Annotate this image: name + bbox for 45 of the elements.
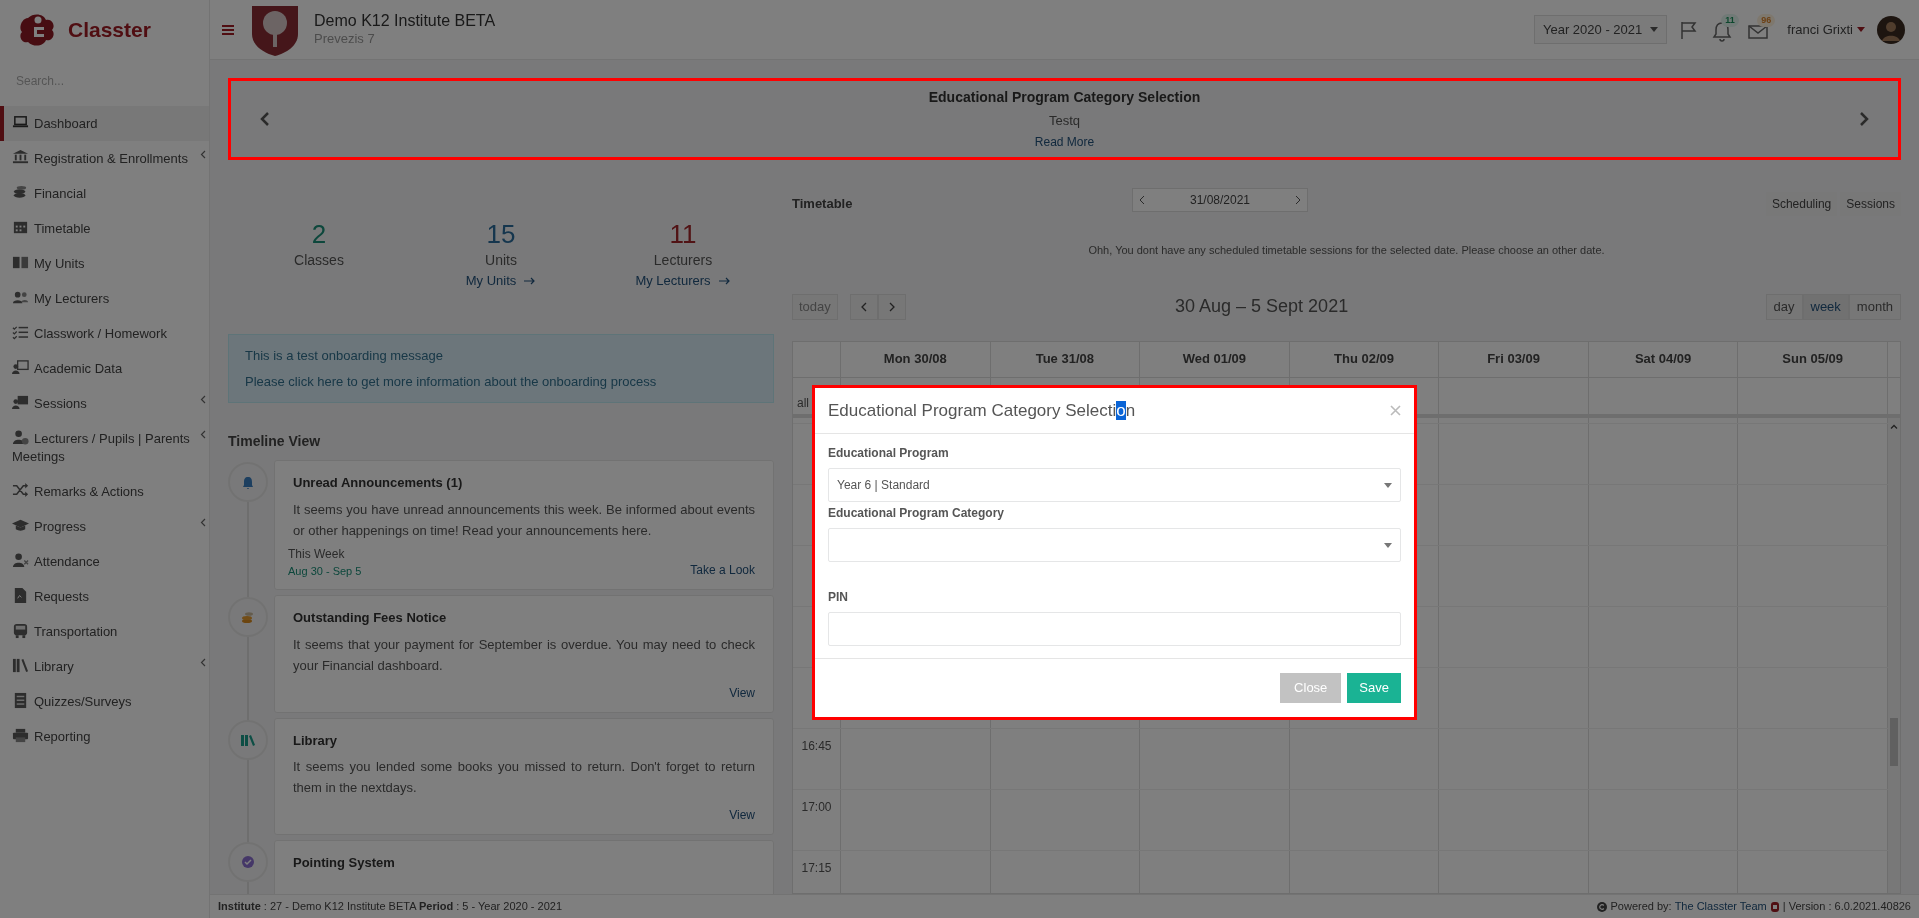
brand-name: Classter: [68, 17, 151, 44]
period-label: This Week: [288, 545, 346, 563]
day-header: Fri 03/09: [1487, 350, 1540, 369]
footer-info: Institute : 27 - Demo K12 Institute BETA Period : 5 - Year 2020 - 2021: [218, 899, 563, 915]
field-label: Educational Program Category: [828, 505, 1006, 522]
day-header: Sun 05/09: [1782, 350, 1844, 369]
day-header: Sat 04/09: [1634, 350, 1692, 369]
section-title: Timeline View: [228, 432, 322, 451]
stat-label: Classes: [294, 251, 344, 270]
banner-title: Educational Program Category Selection: [928, 87, 1201, 107]
institute-name: Demo K12 Institute BETA: [314, 11, 496, 32]
date-value: 31/08/2021: [1189, 192, 1251, 209]
day-header: Thu 02/09: [1334, 350, 1394, 369]
time-label: 17:15: [801, 860, 832, 875]
card-text: It seems that your payment for September is overdue. You may need to check your Financial dashboard.: [293, 635, 755, 675]
all-day-label: all: [797, 395, 809, 410]
field-label: Educational Program: [828, 445, 950, 462]
card-title: Library: [293, 731, 339, 750]
time-label: 16:45: [801, 738, 832, 753]
card-text: It seems you lended some books you missed to return. Don't forget to return them in the nextdays.: [293, 758, 755, 797]
card-title: Pointing System: [293, 854, 396, 872]
field-label: PIN: [828, 589, 849, 606]
card-title: Unread Announcements (1): [293, 474, 464, 492]
count-badge: 11: [1721, 13, 1739, 27]
calendar-range: 30 Aug – 5 Sept 2021: [1175, 295, 1349, 318]
day-header: Tue 31/08: [1035, 350, 1094, 369]
empty-message: Ohh, You dont have any scheduled timetable sessions for the selected date. Please choose an other date.: [1087, 243, 1606, 258]
stat-value: 15: [486, 218, 516, 250]
time-label: 17:00: [801, 799, 832, 814]
day-header: Mon 30/08: [883, 350, 947, 369]
powered-by-label: Powered by:: [1610, 899, 1672, 915]
card-text: It seems you have unread announcements this week. Be informed about events or other happenings on time! Read your announcements here.: [293, 500, 755, 540]
day-header: Wed 01/09: [1182, 350, 1247, 369]
stat-value: 2: [311, 218, 327, 250]
stat-value: 11: [669, 218, 697, 250]
section-title: Timetable: [792, 195, 853, 214]
stat-label: Units: [485, 251, 517, 270]
banner-text: Testq: [1048, 111, 1081, 130]
version-text: | Version : 6.0.2021.40826: [1782, 899, 1911, 915]
stat-label: Lecturers: [653, 251, 713, 270]
period-dates: Aug 30 - Sep 5: [288, 563, 362, 579]
count-badge: 96: [1757, 13, 1776, 27]
alert-message: This is a test onboarding message: [245, 347, 444, 365]
card-title: Outstanding Fees Notice: [293, 609, 448, 627]
modal-title: Educational Program Category Selection: [828, 399, 1136, 422]
